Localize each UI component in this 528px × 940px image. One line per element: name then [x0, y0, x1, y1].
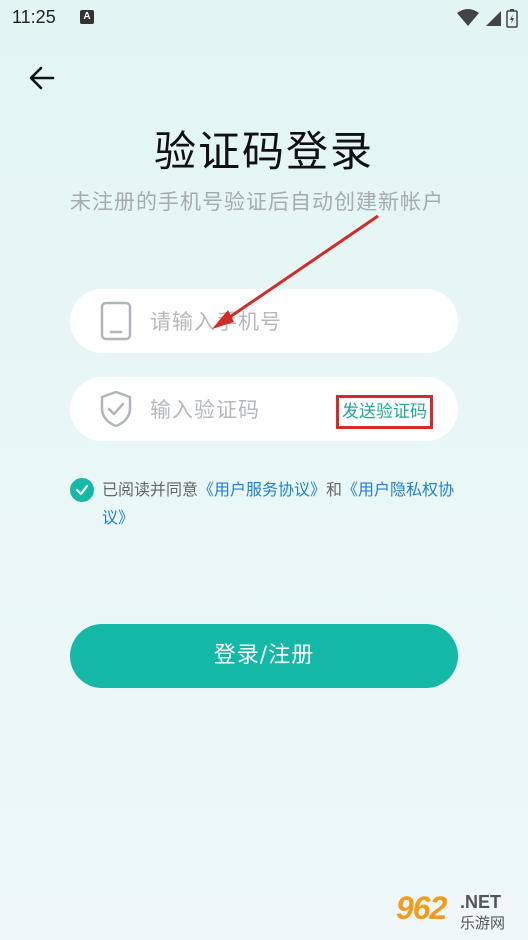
- watermark-site-name: 乐游网: [460, 914, 506, 932]
- page-title: 验证码登录: [153, 127, 374, 176]
- phone-icon: [96, 301, 136, 341]
- battery-icon: [506, 9, 518, 28]
- phone-field[interactable]: [70, 289, 458, 355]
- code-field[interactable]: 发送验证码: [70, 377, 458, 443]
- check-icon: [75, 484, 89, 496]
- phone-input[interactable]: [148, 289, 392, 355]
- shield-check-icon: [96, 389, 136, 429]
- login-register-button[interactable]: 登录/注册: [70, 624, 458, 688]
- page-subtitle: 未注册的手机号验证后自动创建新帐户: [70, 190, 444, 214]
- wifi-icon: [457, 9, 479, 26]
- notification-icon: A: [80, 10, 94, 24]
- site-watermark: 962 .NET 乐游网: [396, 890, 520, 934]
- agreement-prefix: 已阅读并同意: [102, 480, 199, 499]
- status-icons: [456, 8, 518, 28]
- agreement-middle: 和: [326, 480, 343, 499]
- status-bar: 11:25 A: [0, 0, 528, 36]
- watermark-domain: .NET: [460, 892, 502, 912]
- agree-checkbox[interactable]: [70, 478, 94, 502]
- signal-icon: [486, 11, 501, 26]
- back-button[interactable]: [24, 60, 60, 96]
- service-agreement-link[interactable]: 《用户服务协议》: [198, 480, 326, 499]
- watermark-number: 962: [396, 890, 447, 926]
- agreement-text: 已阅读并同意《用户服务协议》和《用户隐私权协议》: [102, 476, 472, 532]
- code-input[interactable]: [148, 377, 332, 443]
- arrow-left-icon: [29, 66, 55, 90]
- status-time: 11:25: [12, 7, 56, 27]
- send-code-button[interactable]: 发送验证码: [336, 395, 433, 429]
